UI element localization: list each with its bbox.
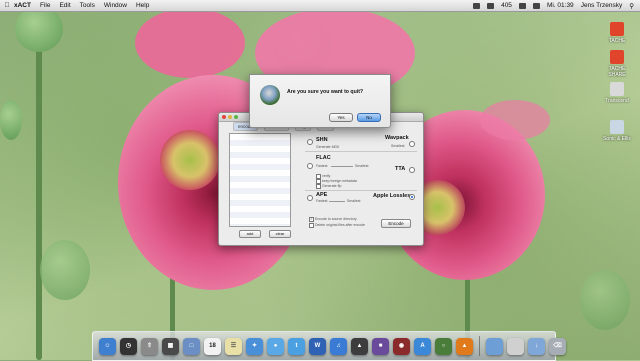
menu-app-name[interactable]: xACT	[14, 2, 31, 9]
yes-button[interactable]: Yes	[329, 113, 353, 122]
user-name[interactable]: Jens Trzensky	[581, 2, 623, 9]
divider	[305, 151, 417, 152]
gallery-icon[interactable]: ■	[372, 337, 389, 355]
messages-icon[interactable]: ●	[267, 337, 284, 355]
shn-md5-option[interactable]: Generate MD5	[316, 145, 339, 149]
app-store-icon[interactable]: A	[414, 337, 431, 355]
flac-compression-slider[interactable]	[331, 166, 353, 167]
sync-icon[interactable]	[487, 2, 495, 9]
ape-radio[interactable]	[307, 195, 313, 201]
documents-icon[interactable]	[507, 337, 524, 355]
menu-help[interactable]: Help	[136, 2, 149, 9]
no-button[interactable]: No	[357, 113, 381, 122]
ape-compression-slider[interactable]	[329, 201, 345, 202]
xact-icon[interactable]: ○	[435, 337, 452, 355]
xact-app-icon	[260, 85, 280, 105]
flac-ffp-checkbox[interactable]	[316, 184, 321, 189]
preview-icon[interactable]: □	[183, 337, 200, 355]
launchpad-icon[interactable]: ⇧	[141, 337, 158, 355]
downloads-icon[interactable]: ↓	[528, 337, 545, 355]
menu-tools[interactable]: Tools	[80, 2, 95, 9]
ape-label: APE	[316, 192, 328, 198]
delete-original-checkbox[interactable]	[309, 223, 314, 228]
file-list[interactable]	[229, 133, 291, 227]
drive-icon	[610, 82, 624, 96]
drive-icon	[610, 50, 624, 64]
encode-button[interactable]: Encode	[381, 219, 411, 228]
wavpack-label: Wavpack	[385, 135, 409, 141]
encode-to-source-checkbox[interactable]: ✓	[309, 217, 314, 222]
shn-radio[interactable]	[307, 139, 313, 145]
tta-radio[interactable]	[409, 167, 415, 173]
tta-label: TTA	[395, 166, 406, 172]
search-icon[interactable]: ⚲	[629, 2, 634, 10]
minimize-button[interactable]	[228, 115, 232, 119]
flac-smallest: Smallest	[355, 164, 369, 168]
safari-icon[interactable]: ✦	[246, 337, 263, 355]
battery-readout[interactable]: 405	[501, 2, 512, 9]
calendar-icon[interactable]: 18	[204, 337, 221, 355]
finder-icon[interactable]: ☺	[99, 337, 116, 355]
flac-keep-metadata-label: keep foreign metadata	[322, 179, 357, 183]
drive-icon	[610, 22, 624, 36]
desktop-item-tache-share[interactable]: TACHE SHARE	[600, 50, 634, 78]
dock: ☺ ◷ ⇧ ▦ □ 18 ☰ ✦ ● t W ♫ ▲ ■ ◉ A ○ ▲ ↓ ⌫	[92, 331, 566, 361]
desktop-item-transcend[interactable]: Transcend	[600, 82, 634, 104]
trash-icon[interactable]: ⌫	[549, 337, 566, 355]
folder-icon[interactable]	[486, 337, 503, 355]
notes-icon[interactable]: ☰	[225, 337, 242, 355]
dashboard-icon[interactable]: ◷	[120, 337, 137, 355]
apple-menu-icon[interactable]: 	[0, 2, 14, 9]
itunes-icon[interactable]: ♫	[330, 337, 347, 355]
photo-icon[interactable]: ▲	[351, 337, 368, 355]
flac-verify-label: verify	[322, 174, 331, 178]
photobooth-icon[interactable]: ◉	[393, 337, 410, 355]
shn-label: SHN	[316, 137, 328, 143]
apple-lossless-radio[interactable]	[409, 194, 415, 200]
flac-radio[interactable]	[307, 163, 313, 169]
dock-separator	[479, 336, 480, 356]
menu-file[interactable]: File	[40, 2, 50, 9]
divider	[305, 190, 417, 191]
add-button[interactable]: add	[239, 230, 261, 238]
encode-to-source-label: Encode to source directory	[315, 217, 357, 221]
dialog-message: Are you sure you want to quit?	[287, 89, 364, 95]
twitter-icon[interactable]: t	[288, 337, 305, 355]
zoom-button[interactable]	[234, 115, 238, 119]
xact-window: encode decode tag cue add clear SHN Gene…	[218, 112, 424, 246]
drive-icon	[610, 120, 624, 134]
clear-button[interactable]: clear	[269, 230, 291, 238]
quit-dialog: Are you sure you want to quit? Yes No	[249, 74, 391, 128]
flac-label: FLAC	[316, 155, 331, 161]
delete-original-label: Delete original files after encode	[315, 223, 366, 227]
close-button[interactable]	[222, 115, 226, 119]
desktop-item-tache[interactable]: TACHE	[600, 22, 634, 44]
word-icon[interactable]: W	[309, 337, 326, 355]
menu-edit[interactable]: Edit	[59, 2, 70, 9]
desktop-item-sonic[interactable]: Sonic & Ellis	[600, 120, 634, 142]
clock[interactable]: Mi. 01:39	[547, 2, 574, 9]
mission-control-icon[interactable]: ▦	[162, 337, 179, 355]
flac-fastest: Fastest	[316, 164, 328, 168]
flac-ffp-label: Generate ffp	[322, 184, 342, 188]
menu-bar:  xACT File Edit Tools Window Help 405 M…	[0, 0, 640, 12]
vlc-icon[interactable]: ▲	[456, 337, 473, 355]
ape-smallest: Smallest	[347, 199, 361, 203]
wavpack-smallest: Smallest	[391, 144, 405, 148]
apple-lossless-label: Apple Lossless	[373, 193, 414, 199]
ape-fastest: Fastest	[316, 199, 328, 203]
wifi-icon[interactable]	[518, 2, 526, 9]
wavpack-radio[interactable]	[409, 141, 415, 147]
volume-icon[interactable]	[532, 2, 540, 9]
menu-window[interactable]: Window	[104, 2, 127, 9]
status-icon[interactable]	[473, 2, 481, 9]
